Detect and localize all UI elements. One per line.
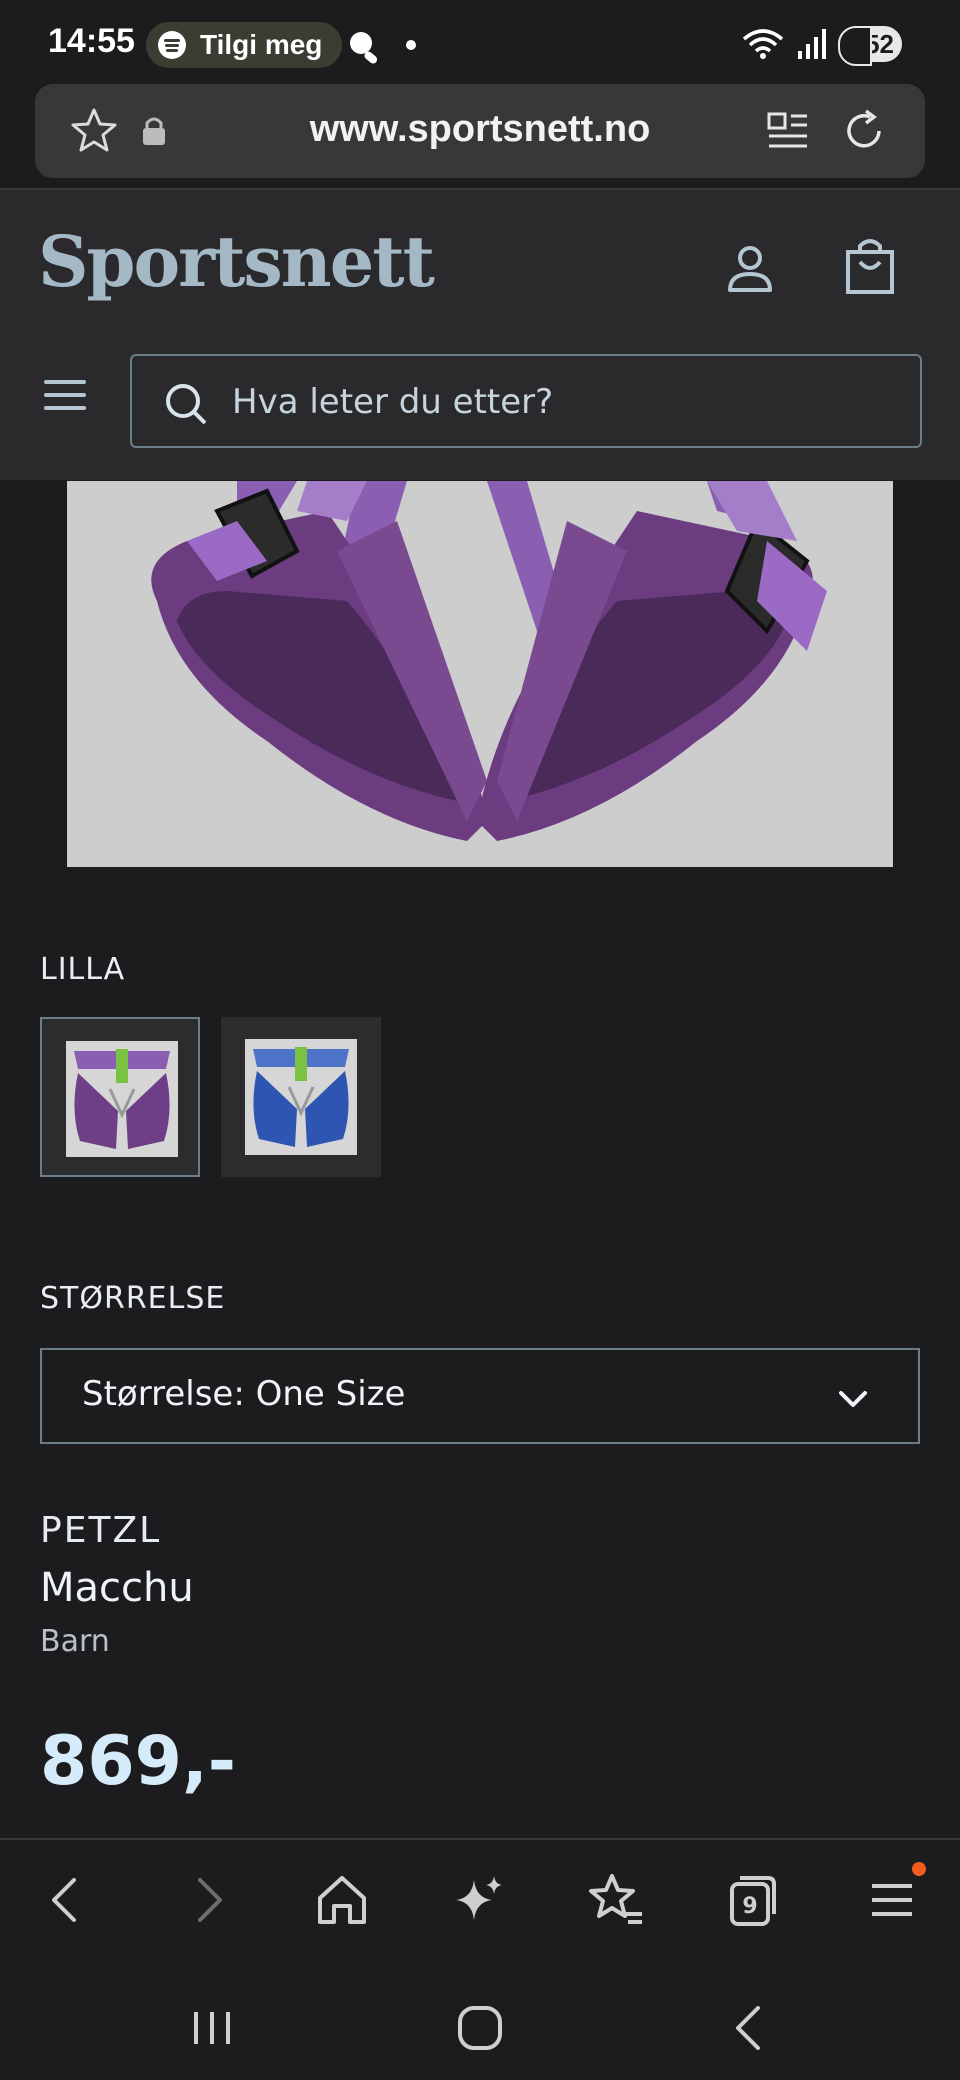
home-button-icon[interactable]	[450, 1998, 510, 2058]
color-swatch-purple[interactable]	[40, 1017, 200, 1177]
status-indicators: 52	[742, 24, 902, 66]
shopping-bag-icon[interactable]	[842, 236, 898, 296]
color-swatch-blue[interactable]	[221, 1017, 381, 1177]
swatch-thumbnail-purple	[66, 1041, 178, 1157]
size-select[interactable]: Størrelse: One Size	[40, 1348, 920, 1444]
signal-icon	[798, 29, 826, 59]
recent-apps-icon[interactable]	[182, 1998, 242, 2058]
status-dot	[406, 40, 416, 50]
reader-mode-icon[interactable]	[763, 106, 813, 156]
menu-icon[interactable]	[860, 1868, 924, 1932]
browser-toolbar: 9	[0, 1838, 960, 1968]
product-brand[interactable]: PETZL	[40, 1510, 161, 1551]
home-icon[interactable]	[310, 1868, 374, 1932]
bookmarks-star-icon[interactable]	[584, 1868, 648, 1932]
now-playing-title: Tilgi meg	[200, 29, 323, 60]
site-header: Sportsnett	[0, 190, 960, 480]
address-bar[interactable]: www.sportsnett.no	[35, 84, 925, 178]
back-arrow-icon[interactable]	[34, 1868, 98, 1932]
product-image[interactable]	[67, 481, 893, 867]
status-time: 14:55	[48, 22, 135, 60]
battery-indicator: 52	[838, 26, 902, 66]
account-icon[interactable]	[722, 240, 778, 300]
now-playing-pill[interactable]: Tilgi meg	[146, 22, 343, 68]
ai-sparkle-icon[interactable]	[448, 1868, 512, 1932]
tabs-count: 9	[742, 1894, 757, 1919]
harness-illustration	[67, 481, 893, 867]
size-label: STØRRELSE	[40, 1281, 226, 1316]
notification-dot	[912, 1862, 926, 1876]
chevron-down-icon	[839, 1391, 867, 1407]
product-category: Barn	[40, 1624, 110, 1659]
wifi-icon	[742, 29, 784, 59]
spotify-icon	[158, 31, 186, 59]
swatch-thumbnail-blue	[245, 1039, 357, 1155]
status-bar: 14:55 Tilgi meg 52	[0, 0, 960, 84]
forward-arrow-icon[interactable]	[176, 1868, 240, 1932]
search-notification-icon	[350, 32, 378, 64]
search-box[interactable]	[130, 354, 922, 448]
search-icon	[166, 384, 207, 425]
product-name: Macchu	[40, 1565, 194, 1611]
tabs-icon[interactable]: 9	[718, 1868, 782, 1932]
search-input[interactable]	[232, 374, 892, 430]
hamburger-menu-icon[interactable]	[44, 380, 86, 412]
product-price: 869,-	[40, 1722, 236, 1801]
color-label: LILLA	[40, 952, 126, 987]
reload-icon[interactable]	[839, 106, 889, 156]
system-back-icon[interactable]	[720, 1998, 780, 2058]
system-navigation	[0, 1968, 960, 2080]
size-select-value: Størrelse: One Size	[82, 1374, 406, 1414]
site-logo[interactable]: Sportsnett	[38, 220, 435, 303]
